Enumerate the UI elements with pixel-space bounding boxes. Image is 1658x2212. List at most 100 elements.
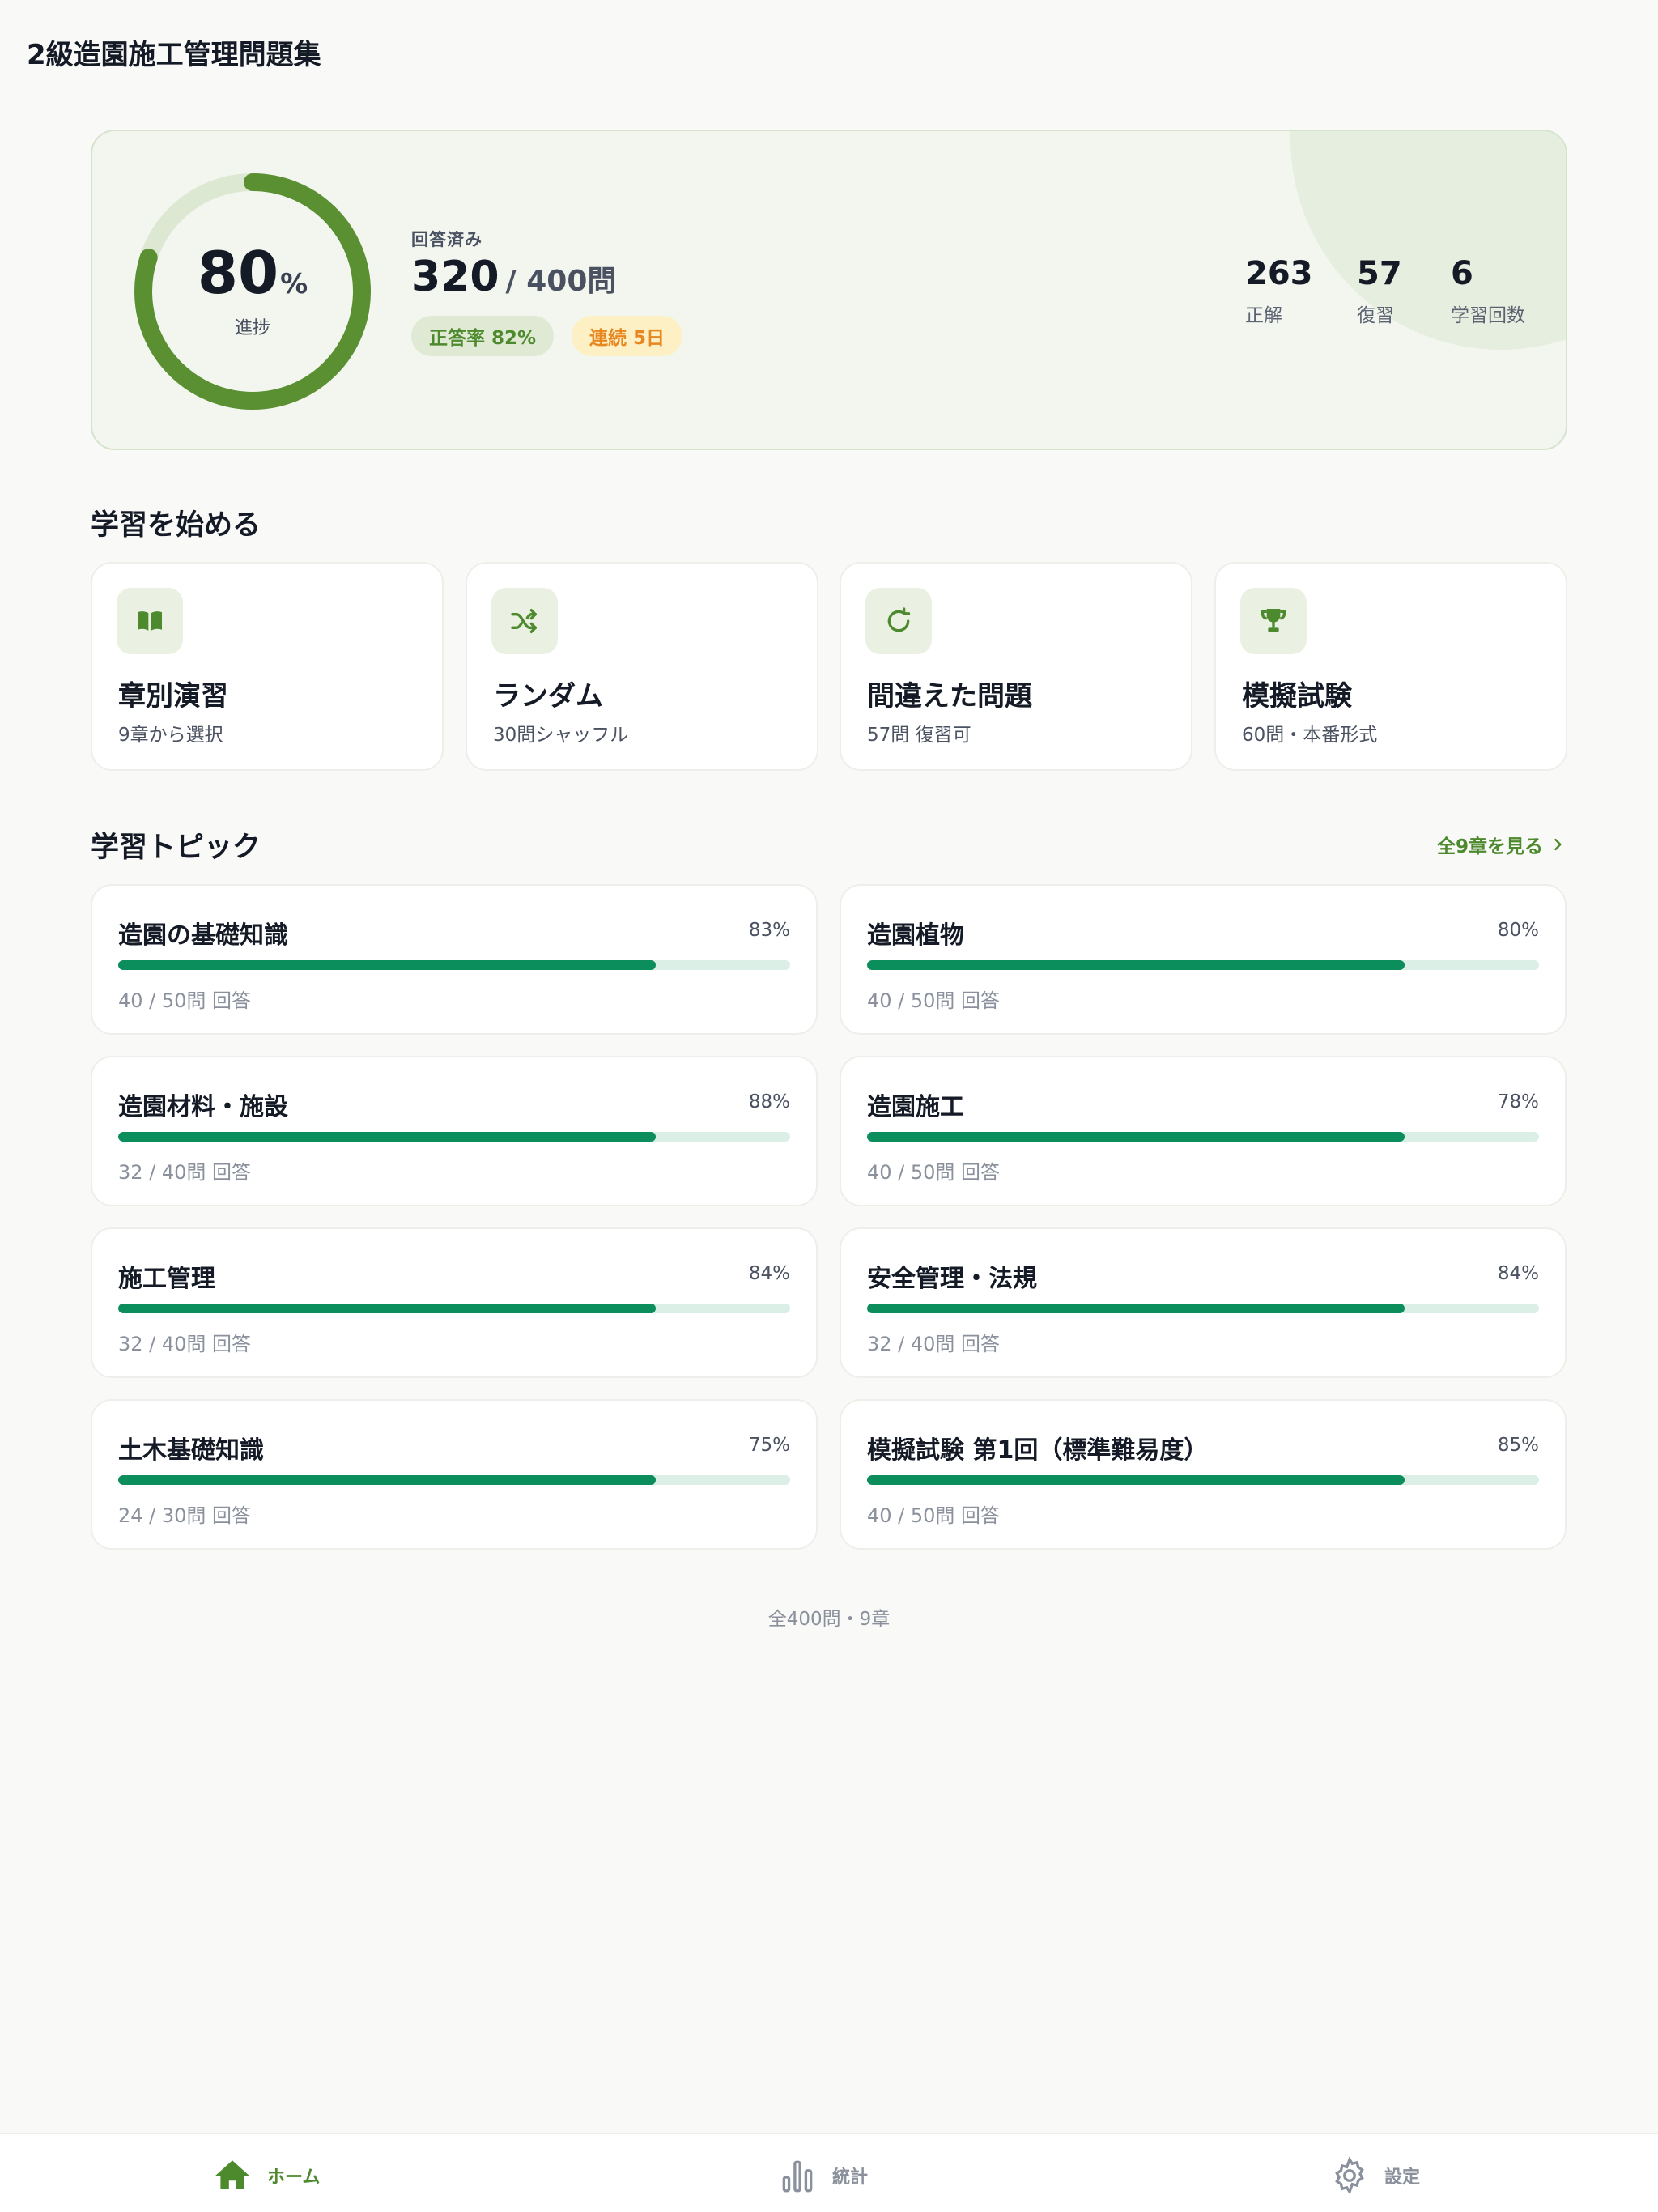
mode-subtitle: 57問 復習可 (867, 725, 971, 746)
topic-progress-fill (867, 1475, 1405, 1485)
topic-name: 土木基礎知識 (118, 1436, 264, 1465)
stat-sessions: 6 学習回数 (1451, 254, 1525, 327)
topic-name: 造園材料・施設 (118, 1093, 288, 1121)
topic-percent: 83% (748, 920, 790, 941)
app-title: 2級造園施工管理問題集 (27, 39, 321, 71)
home-icon (215, 2160, 249, 2189)
topic-card[interactable]: 施工管理 84% 32 / 40問 回答 (91, 1227, 818, 1378)
topic-name: 造園の基礎知識 (118, 921, 288, 950)
topics-section-heading: 学習トピック (91, 832, 261, 864)
topic-progress-track (867, 960, 1539, 970)
progress-label: 進捗 (234, 318, 270, 338)
progress-ring-center: 80 % 進捗 (131, 170, 374, 413)
shuffle-icon (491, 588, 558, 654)
book-icon (117, 588, 183, 654)
topic-answered-count: 40 / 50問 回答 (867, 1504, 1001, 1527)
topic-progress-fill (867, 1132, 1405, 1142)
tab-settings[interactable]: 設定 (1329, 2155, 1420, 2196)
home-screen: 2級造園施工管理問題集 80 % 進捗 回答済み 320 / 400問 正答率 … (0, 0, 1658, 2212)
topic-percent: 80% (1497, 920, 1539, 941)
stat-correct: 263 正解 (1245, 254, 1313, 327)
topic-percent: 75% (748, 1435, 790, 1456)
topic-percent: 85% (1497, 1435, 1539, 1456)
topic-progress-track (118, 1132, 790, 1142)
topic-card[interactable]: 土木基礎知識 75% 24 / 30問 回答 (91, 1399, 818, 1550)
topic-progress-fill (118, 1304, 656, 1313)
topic-name: 安全管理・法規 (867, 1265, 1037, 1293)
topic-answered-count: 32 / 40問 回答 (118, 1333, 252, 1355)
tab-stats[interactable]: 統計 (777, 2155, 868, 2196)
topic-progress-fill (867, 960, 1405, 970)
progress-percent-symbol: % (280, 268, 308, 300)
mode-title: ランダム (493, 680, 603, 713)
mode-title: 模擬試験 (1242, 680, 1352, 713)
mode-subtitle: 9章から選択 (118, 725, 223, 746)
stat-label: 学習回数 (1451, 305, 1525, 326)
topic-answered-count: 32 / 40問 回答 (867, 1333, 1001, 1355)
mode-title: 章別演習 (118, 680, 228, 713)
chevron-right-icon (1554, 838, 1562, 851)
topic-progress-track (867, 1475, 1539, 1485)
topic-percent: 84% (748, 1263, 790, 1284)
topic-progress-fill (867, 1304, 1405, 1313)
mode-card-mistakes[interactable]: 間違えた問題 57問 復習可 (840, 562, 1192, 771)
topic-progress-fill (118, 1132, 656, 1142)
tab-label: ホーム (267, 2167, 321, 2188)
tab-home[interactable]: ホーム (212, 2155, 320, 2196)
topic-progress-track (867, 1304, 1539, 1313)
decorative-circle (1290, 131, 1566, 350)
topic-name: 造園施工 (867, 1093, 964, 1121)
gear-icon (1335, 2156, 1364, 2195)
stat-value: 57 (1357, 255, 1402, 292)
stat-value: 263 (1245, 255, 1313, 292)
progress-summary-card: 80 % 進捗 回答済み 320 / 400問 正答率 82% 連続 5日 26… (91, 130, 1567, 450)
mode-card-mock-exam[interactable]: 模擬試験 60問・本番形式 (1214, 562, 1567, 771)
accuracy-badge: 正答率 82% (411, 316, 555, 356)
answered-count: 320 / 400問 (411, 253, 616, 301)
start-section-heading: 学習を始める (91, 509, 261, 542)
topic-percent: 78% (1497, 1091, 1539, 1112)
topic-card[interactable]: 模擬試験 第1回（標準難易度） 85% 40 / 50問 回答 (840, 1399, 1567, 1550)
tab-label: 設定 (1384, 2167, 1421, 2188)
bottom-tab-bar: ホーム 統計 設定 (0, 2133, 1658, 2212)
topic-answered-count: 40 / 50問 回答 (867, 989, 1001, 1012)
topic-percent: 84% (1497, 1263, 1539, 1284)
topic-percent: 88% (748, 1091, 790, 1112)
topic-progress-track (118, 1304, 790, 1313)
topic-card[interactable]: 造園材料・施設 88% 32 / 40問 回答 (91, 1056, 818, 1206)
streak-badge: 連続 5日 (572, 316, 683, 356)
bar-chart-icon (782, 2160, 813, 2193)
stat-label: 正解 (1245, 305, 1282, 326)
topic-name: 施工管理 (118, 1265, 215, 1293)
mode-subtitle: 60問・本番形式 (1242, 725, 1378, 746)
topic-progress-track (867, 1132, 1539, 1142)
topic-answered-count: 32 / 40問 回答 (118, 1161, 252, 1184)
topic-card[interactable]: 造園施工 78% 40 / 50問 回答 (840, 1056, 1567, 1206)
progress-percent: 80 (197, 239, 279, 307)
topic-card[interactable]: 安全管理・法規 84% 32 / 40問 回答 (840, 1227, 1567, 1378)
mode-card-chapter[interactable]: 章別演習 9章から選択 (91, 562, 444, 771)
topic-progress-track (118, 960, 790, 970)
retry-icon (865, 588, 932, 654)
topic-name: 造園植物 (867, 921, 964, 950)
topic-card[interactable]: 造園植物 80% 40 / 50問 回答 (840, 884, 1567, 1035)
topic-progress-fill (118, 1475, 656, 1485)
stat-review: 57 復習 (1357, 254, 1402, 327)
topic-answered-count: 40 / 50問 回答 (867, 1161, 1001, 1184)
topic-name: 模擬試験 第1回（標準難易度） (867, 1436, 1209, 1465)
topic-progress-fill (118, 960, 656, 970)
topic-card[interactable]: 造園の基礎知識 83% 40 / 50問 回答 (91, 884, 818, 1035)
see-all-label: 全9章を見る (1436, 836, 1543, 857)
see-all-chapters-link[interactable]: 全9章を見る (1437, 831, 1566, 858)
stat-value: 6 (1451, 255, 1473, 292)
mode-title: 間違えた問題 (867, 680, 1032, 713)
answered-number: 320 (411, 253, 500, 301)
answered-label: 回答済み (411, 230, 483, 249)
topic-answered-count: 40 / 50問 回答 (118, 989, 252, 1012)
trophy-icon (1240, 588, 1307, 654)
answered-total: / 400問 (505, 265, 617, 298)
topic-progress-track (118, 1475, 790, 1485)
mode-subtitle: 30問シャッフル (493, 725, 629, 746)
mode-card-random[interactable]: ランダム 30問シャッフル (466, 562, 818, 771)
topic-answered-count: 24 / 30問 回答 (118, 1504, 252, 1527)
